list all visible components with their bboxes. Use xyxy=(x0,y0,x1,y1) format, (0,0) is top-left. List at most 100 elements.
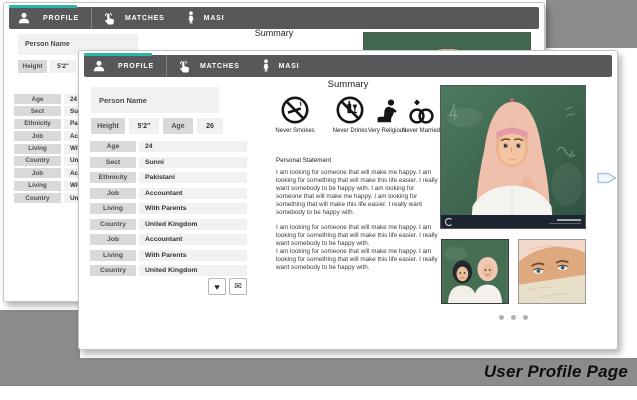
badge-label: Never Drinks xyxy=(333,128,368,135)
summary-title: Summary xyxy=(278,79,418,90)
field-label: Job xyxy=(14,168,61,178)
profile-field-row: JobAccountant xyxy=(90,188,247,199)
watermark-text-lines xyxy=(549,219,581,224)
field-label: Ethnicity xyxy=(90,172,136,183)
height-label: Height xyxy=(18,60,47,73)
field-label: Job xyxy=(90,234,136,245)
field-value: With Parents xyxy=(139,203,247,214)
watermark-logo xyxy=(445,218,453,226)
tab-label: PROFILE xyxy=(43,15,79,22)
carousel-dot[interactable] xyxy=(499,315,504,320)
tab-masi[interactable]: MASI xyxy=(252,55,310,77)
like-button[interactable]: ♥ xyxy=(208,278,226,295)
no-drinking-icon xyxy=(335,95,365,125)
tab-label: MATCHES xyxy=(125,15,165,22)
statement-paragraph: I am looking for someone that will make … xyxy=(276,248,439,272)
summary-title: Summary xyxy=(209,28,339,38)
tab-label: MASI xyxy=(204,15,225,22)
field-label: Job xyxy=(14,131,61,141)
tap-hand-icon xyxy=(102,12,116,25)
field-label: Sect xyxy=(90,157,136,168)
tab-label: MATCHES xyxy=(200,63,240,70)
summary-badges: Never Smokes Never Drinks xyxy=(272,95,452,153)
field-value: Sunni xyxy=(139,157,247,168)
profile-actions: ♥ ✉ xyxy=(208,278,247,295)
standing-figure-icon xyxy=(262,59,270,73)
badge-never-married: Never Married xyxy=(398,95,444,135)
badge-label: Never Smokes xyxy=(275,128,314,135)
height-label: Height xyxy=(91,118,125,134)
height-value: 5'2" xyxy=(50,60,76,73)
profile-field-row: JobAccountant xyxy=(90,234,247,245)
field-label: Job xyxy=(90,188,136,199)
tab-masi[interactable]: MASI xyxy=(177,7,235,29)
backdrop-top-right xyxy=(546,0,637,48)
statement-paragraph: I am looking for someone that will make … xyxy=(276,169,439,216)
profile-field-row: Age24 xyxy=(90,141,247,152)
personal-statement-label: Personal Statement xyxy=(276,157,331,164)
nav-bar: PROFILE MATCHES MASI xyxy=(84,55,612,77)
person-name-field: Person Name xyxy=(91,87,219,113)
badge-label: Never Married xyxy=(402,128,440,135)
field-label: Living xyxy=(90,203,136,214)
age-value: 26 xyxy=(197,118,223,134)
field-label: Living xyxy=(14,144,61,154)
field-label: Living xyxy=(14,181,61,191)
photo-watermark-bar xyxy=(441,215,585,228)
praying-icon xyxy=(376,95,398,125)
profile-field-row: EthnicityPakistani xyxy=(90,172,247,183)
field-label: Living xyxy=(90,250,136,261)
field-value: United Kingdom xyxy=(139,265,247,276)
badge-never-smokes: Never Smokes xyxy=(272,95,318,135)
carousel-dot[interactable] xyxy=(511,315,516,320)
person-icon xyxy=(18,12,30,24)
tab-matches[interactable]: MATCHES xyxy=(167,55,250,77)
wedding-rings-icon xyxy=(406,95,436,125)
main-profile-photo xyxy=(440,85,586,229)
no-smoking-icon xyxy=(280,95,310,125)
tab-label: MASI xyxy=(279,63,300,70)
page-caption: User Profile Page xyxy=(484,362,628,382)
profile-field-row: SectSunni xyxy=(90,157,247,168)
field-value: 24 xyxy=(139,141,247,152)
next-pointer-icon[interactable] xyxy=(596,167,618,189)
field-label: Country xyxy=(90,219,136,230)
photo-thumbnail-2[interactable] xyxy=(518,239,586,304)
field-value: Accountant xyxy=(139,188,247,199)
nav-bar: PROFILE MATCHES MASI xyxy=(9,7,539,29)
personal-statement-text: I am looking for someone that will make … xyxy=(276,169,439,272)
envelope-icon: ✉ xyxy=(234,281,242,292)
field-value: United Kingdom xyxy=(139,219,247,230)
tab-label: PROFILE xyxy=(118,63,154,70)
tab-profile[interactable]: PROFILE xyxy=(9,7,92,29)
height-age-row: Height 5'2" Age 26 xyxy=(91,118,223,134)
person-icon xyxy=(93,60,105,72)
carousel-dots xyxy=(499,315,528,320)
user-profile-page-mockup: User Profile Page PROFILE MATCHES MASI xyxy=(0,0,637,400)
field-label: Sect xyxy=(14,106,61,116)
profile-field-row: LivingWith Parents xyxy=(90,203,247,214)
field-value: Accountant xyxy=(139,234,247,245)
caption-band: User Profile Page xyxy=(0,358,637,386)
field-label: Age xyxy=(90,141,136,152)
profile-field-row: LivingWith Parents xyxy=(90,250,247,261)
field-value: Pakistani xyxy=(139,172,247,183)
statement-paragraph: I am looking for someone that will make … xyxy=(276,224,439,248)
tab-matches[interactable]: MATCHES xyxy=(92,7,175,29)
age-label: Age xyxy=(163,118,193,134)
profile-fields-list: Age24 SectSunni EthnicityPakistani JobAc… xyxy=(90,141,247,281)
heart-icon: ♥ xyxy=(214,282,219,292)
height-value: 5'2" xyxy=(129,118,159,134)
field-label: Country xyxy=(14,193,61,203)
profile-field-row: CountryUnited Kingdom xyxy=(90,265,247,276)
carousel-dot[interactable] xyxy=(523,315,528,320)
message-button[interactable]: ✉ xyxy=(229,278,247,295)
tap-hand-icon xyxy=(177,60,191,73)
profile-field-row: CountryUnited Kingdom xyxy=(90,219,247,230)
field-label: Ethnicity xyxy=(14,119,61,129)
profile-window-front: PROFILE MATCHES MASI Person Name Height … xyxy=(78,50,618,350)
tab-profile[interactable]: PROFILE xyxy=(84,55,167,77)
field-label: Country xyxy=(14,156,61,166)
standing-figure-icon xyxy=(187,11,195,25)
photo-thumbnail-1[interactable] xyxy=(441,239,509,304)
